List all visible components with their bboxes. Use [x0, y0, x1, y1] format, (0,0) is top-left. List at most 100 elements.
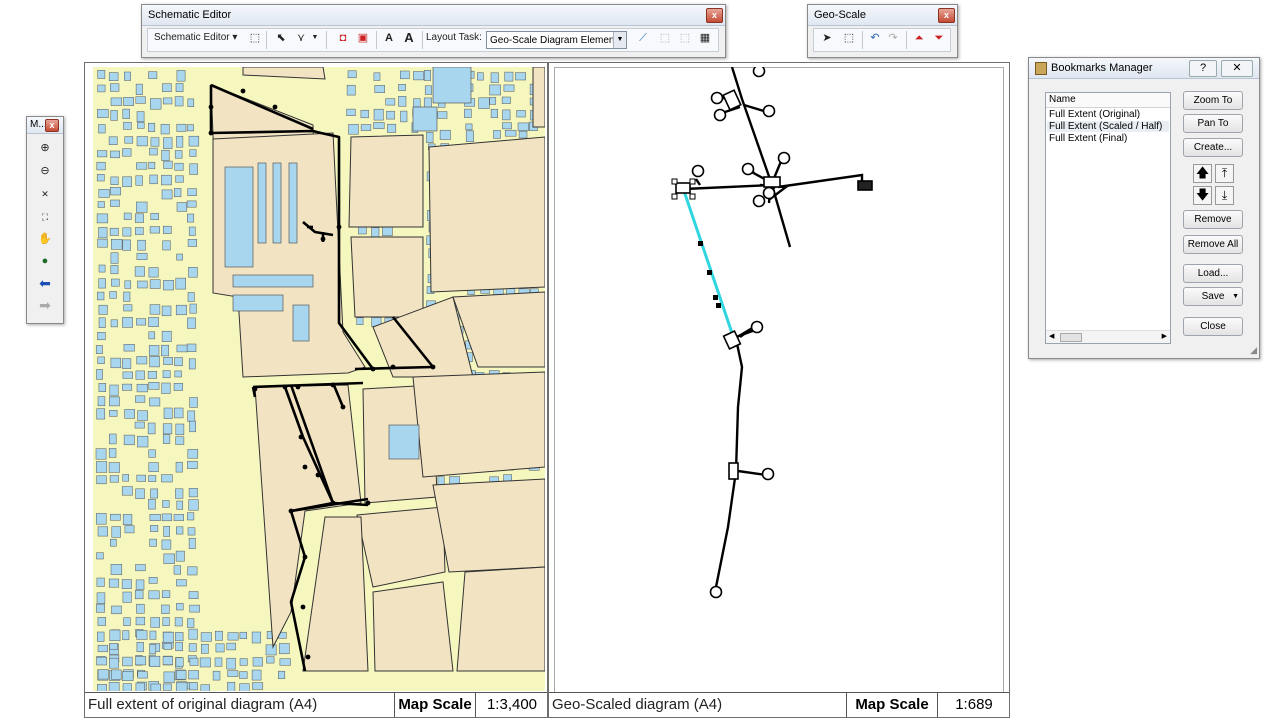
fixed-zoom-in-icon[interactable]: ✕: [36, 185, 54, 203]
close-button[interactable]: Close: [1183, 317, 1243, 336]
close-icon[interactable]: x: [706, 8, 723, 23]
increase-label-icon[interactable]: A: [380, 29, 398, 47]
layout-task-value: Geo-Scale Diagram Elements: [490, 35, 623, 46]
move-down-button[interactable]: 🡇: [1193, 186, 1212, 205]
pan-hand-icon[interactable]: ✋: [36, 230, 54, 248]
undo-icon[interactable]: ↶: [866, 29, 884, 47]
building-footprint: [136, 603, 145, 614]
chevron-down-icon[interactable]: ▼: [1232, 288, 1239, 306]
map-scale-value: 1:689: [937, 693, 1010, 717]
chevron-down-icon[interactable]: ▼: [613, 32, 626, 48]
building-footprint: [96, 592, 106, 604]
geo-scale-titlebar[interactable]: Geo-Scale x: [808, 5, 957, 26]
building-footprint: [148, 475, 157, 482]
resize-grip-icon[interactable]: ◢: [1250, 345, 1257, 356]
building-footprint: [121, 579, 132, 589]
building-footprint: [97, 669, 109, 680]
add-geo-point-icon[interactable]: ⬚: [840, 29, 858, 47]
move-bottom-button[interactable]: ⤓: [1215, 186, 1234, 205]
save-button[interactable]: Save ▼: [1183, 287, 1243, 306]
pan-to-button[interactable]: Pan To: [1183, 114, 1243, 133]
scroll-left-icon[interactable]: ◀: [1049, 331, 1054, 343]
original-diagram-map[interactable]: [93, 67, 545, 691]
load-button[interactable]: Load...: [1183, 264, 1243, 283]
zoom-out-icon[interactable]: ⊖: [36, 162, 54, 180]
full-extent-globe-icon[interactable]: ●: [36, 252, 54, 270]
building-footprint: [136, 136, 148, 147]
scroll-thumb[interactable]: [1060, 333, 1082, 342]
building-footprint: [187, 410, 196, 422]
building-footprint: [96, 552, 104, 560]
layout-task-select[interactable]: Geo-Scale Diagram Elements ▼: [486, 31, 627, 49]
list-item[interactable]: Full Extent (Scaled / Half): [1047, 121, 1169, 132]
building-footprint: [96, 213, 109, 224]
building-footprint: [400, 110, 408, 123]
building-footprint: [278, 670, 286, 679]
close-icon[interactable]: x: [938, 8, 955, 23]
reshape-icon[interactable]: ⋎: [292, 29, 310, 47]
building-footprint: [175, 423, 185, 436]
select-pointer-icon[interactable]: ➤: [818, 29, 836, 47]
bookmarks-titlebar[interactable]: Bookmarks Manager ? ✕: [1029, 58, 1259, 79]
geo-scaled-diagram-map[interactable]: [554, 67, 1004, 691]
building-footprint: [109, 410, 118, 417]
building-footprint: [239, 631, 247, 639]
decrease-label-icon[interactable]: A: [400, 29, 418, 47]
navigation-titlebar[interactable]: M... x: [27, 117, 63, 134]
building-footprint: [239, 658, 248, 666]
align-node-icon[interactable]: ▣: [354, 29, 372, 47]
building-footprint: [162, 617, 170, 626]
bookmarks-list[interactable]: Name Full Extent (Original) Full Extent …: [1045, 92, 1171, 344]
building-footprint: [493, 130, 501, 139]
geo-scale-strip: ➤ ⬚ ↶ ↷ ⏶ ⏷: [813, 28, 951, 52]
building-footprint: [98, 383, 107, 392]
select-diagram-icon[interactable]: ⬚: [246, 29, 264, 47]
building-footprint: [477, 72, 484, 81]
zoom-in-icon[interactable]: ⊕: [36, 139, 54, 157]
building-footprint: [161, 539, 172, 550]
building-footprint: [110, 538, 117, 547]
building-footprint: [187, 618, 195, 628]
apply-layout-icon[interactable]: ⟋: [634, 29, 652, 47]
building-footprint: [122, 239, 131, 251]
bookmarks-column-header[interactable]: Name: [1046, 93, 1170, 108]
horizontal-scrollbar[interactable]: ◀ ▶: [1046, 330, 1170, 343]
move-up-button[interactable]: 🡅: [1193, 164, 1212, 183]
move-node-icon[interactable]: ◘: [334, 29, 352, 47]
help-icon[interactable]: ?: [1189, 60, 1217, 77]
building-footprint: [123, 434, 135, 446]
layout-task-label: Layout Task:: [426, 32, 482, 43]
network-node: [305, 654, 311, 660]
building-footprint: [110, 357, 122, 369]
back-arrow-icon[interactable]: ⬅: [36, 274, 54, 292]
building-footprint: [212, 670, 221, 681]
building-footprint: [97, 617, 106, 626]
list-item[interactable]: Full Extent (Original): [1049, 109, 1140, 120]
building-footprint: [385, 98, 396, 106]
zoom-to-button[interactable]: Zoom To: [1183, 91, 1243, 110]
scale-up-icon[interactable]: ⏶: [910, 29, 928, 47]
close-icon[interactable]: ✕: [1221, 60, 1253, 77]
create-button[interactable]: Create...: [1183, 138, 1243, 157]
remove-all-button[interactable]: Remove All: [1183, 235, 1243, 254]
building-footprint: [175, 488, 184, 499]
selected-link[interactable]: [682, 190, 736, 340]
remove-button[interactable]: Remove: [1183, 210, 1243, 229]
fixed-zoom-out-icon[interactable]: ⛶: [36, 208, 54, 226]
close-icon[interactable]: x: [45, 119, 59, 132]
schematic-editor-menu[interactable]: Schematic Editor ▾: [150, 29, 248, 47]
building-footprint: [175, 550, 185, 562]
move-top-button[interactable]: ⤒: [1215, 164, 1234, 183]
building-footprint: [97, 238, 108, 248]
geo-scaled-diagram-statusbar: Geo-Scaled diagram (A4) Map Scale 1:689: [549, 692, 1009, 717]
building-footprint: [149, 514, 161, 521]
edit-pointer-icon[interactable]: ⬉: [272, 29, 290, 47]
scale-down-icon[interactable]: ⏷: [930, 29, 948, 47]
schematic-editor-titlebar[interactable]: Schematic Editor x: [142, 5, 725, 26]
properties-icon[interactable]: ▦: [696, 29, 714, 47]
dropdown-arrow-icon[interactable]: ▼: [310, 29, 320, 47]
building-footprint: [239, 683, 250, 691]
list-item[interactable]: Full Extent (Final): [1049, 133, 1127, 144]
scroll-right-icon[interactable]: ▶: [1162, 331, 1167, 343]
building-footprint: [136, 201, 148, 213]
